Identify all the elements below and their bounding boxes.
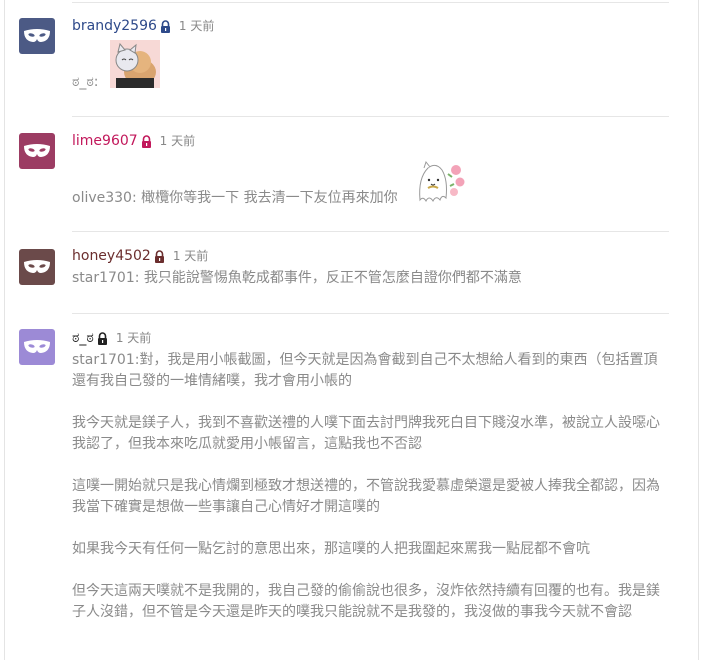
lock-icon xyxy=(160,19,171,39)
lock-icon xyxy=(154,249,165,269)
divider xyxy=(72,313,669,314)
comment-text: ಠ_ಠ: xyxy=(72,74,99,90)
mask-icon xyxy=(24,260,50,273)
avatar[interactable] xyxy=(19,249,55,285)
mask-icon xyxy=(24,144,50,157)
divider xyxy=(72,231,669,232)
divider xyxy=(72,2,669,3)
username[interactable]: lime9607 xyxy=(72,133,138,149)
comment-paragraph: star1701:對，我是用小帳截圖，但今天就是因為會截到自己不太想給人看到的東… xyxy=(72,352,658,389)
mask-icon xyxy=(24,340,50,353)
timestamp: 1 天前 xyxy=(178,19,215,33)
avatar[interactable] xyxy=(19,133,55,169)
comment-text: olive330: 橄欖你等我一下 我去清一下友位再來加你 xyxy=(72,190,398,206)
cat-dog-hug-sticker xyxy=(110,40,160,88)
divider xyxy=(72,116,669,117)
comment-paragraph: 如果我今天有任何一點乞討的意思出來，那這噗的人把我圍起來罵我一點屁都不會吭 xyxy=(72,541,590,557)
comment-text: star1701: 我只能說警惕魚乾成都事件，反正不管怎麼自證你們都不滿意 xyxy=(72,270,522,286)
lock-icon xyxy=(97,331,108,351)
username[interactable]: ಠ_ಠ xyxy=(72,330,94,346)
comment-paragraph: 我今天就是鎂子人，我到不喜歡送禮的人噗下面去討門牌我死白目下賤沒水準，被說立人設… xyxy=(72,415,660,452)
username[interactable]: brandy2596 xyxy=(72,18,157,34)
timestamp: 1 天前 xyxy=(115,331,152,345)
timestamp: 1 天前 xyxy=(172,249,209,263)
comment-paragraph: 但今天這兩天噗就不是我開的，我自己發的偷偷說也很多，沒炸依然持續有回覆的也有。我… xyxy=(72,583,660,620)
username[interactable]: honey4502 xyxy=(72,248,151,264)
comment-paragraph: 這噗一開始就只是我心情爛到極致才想送禮的，不管說我愛慕虛榮還是愛被人捧我全都認，… xyxy=(72,478,660,515)
timestamp: 1 天前 xyxy=(159,134,196,148)
avatar[interactable] xyxy=(19,329,55,365)
lock-icon xyxy=(141,134,152,154)
comment-text: star1701:對，我是用小帳截圖，但今天就是因為會截到自己不太想給人看到的東… xyxy=(72,350,664,623)
avatar[interactable] xyxy=(19,18,55,54)
ghost-flower-sticker xyxy=(414,160,468,204)
mask-icon xyxy=(24,29,50,42)
